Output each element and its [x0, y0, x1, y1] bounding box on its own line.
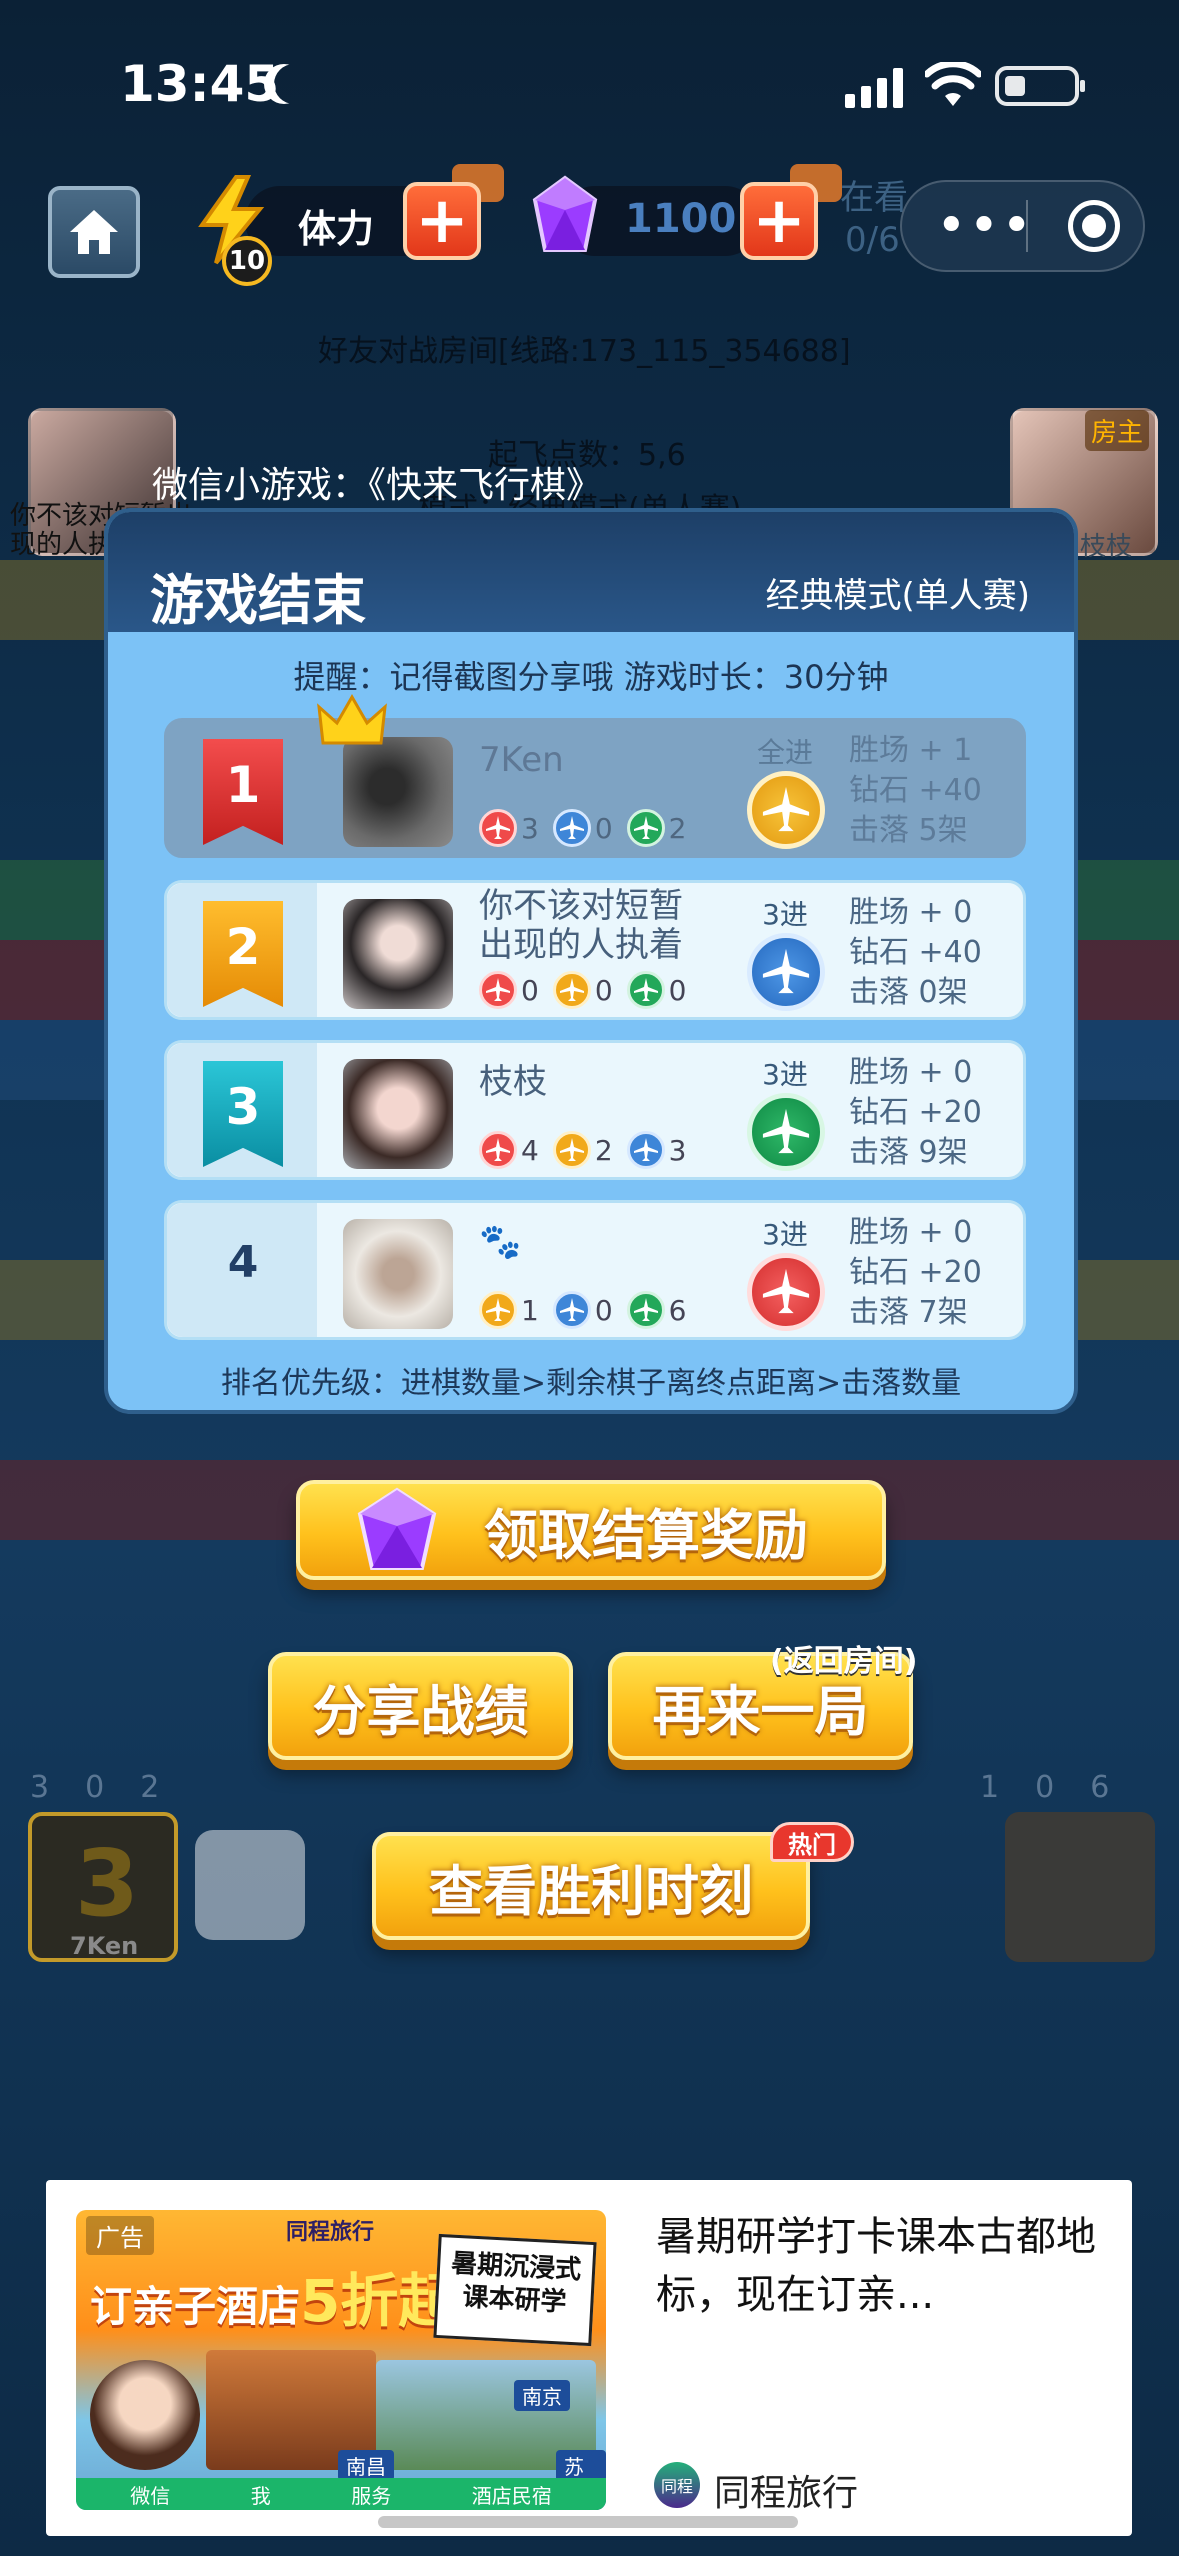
ad-banner[interactable]: 广告 同程旅行 订亲子酒店5折起 暑期沉浸式课本研学 南京 南昌 苏州 微信我服…	[46, 2180, 1132, 2536]
view-victory-button[interactable]: 查看胜利时刻	[372, 1832, 810, 1940]
finish-label: 3进	[762, 898, 808, 931]
blue-plane-icon	[552, 1291, 591, 1329]
results: 胜场 + 1 钻石 +40 击落 5架	[849, 733, 982, 848]
red-plane-icon	[479, 809, 517, 847]
red-plane-icon	[479, 1131, 517, 1169]
ad-title[interactable]: 暑期研学打卡课本古都地标，现在订亲...	[656, 2208, 1116, 2324]
plane-stats: 1 0 6	[479, 1291, 686, 1329]
moon-icon	[274, 64, 314, 104]
crown-icon	[317, 693, 387, 745]
bottom-right-counts: 106	[980, 1770, 1110, 1805]
game-over-panel: 游戏结束 经典模式(单人赛) 提醒：记得截图分享哦 游戏时长：30分钟 1 7K…	[104, 508, 1078, 1414]
claim-reward-label: 领取结算奖励	[484, 1503, 808, 1567]
ad-study-box: 暑期沉浸式课本研学	[433, 2233, 597, 2347]
red-plane-icon	[747, 1253, 825, 1331]
player-avatar-bottom-right	[1005, 1812, 1155, 1962]
wifi-icon	[925, 62, 981, 106]
ranking-rule: 排名优先级：进棋数量>剩余棋子离终点距离>击落数量	[220, 1366, 962, 1401]
plane-stats: 0 0 0	[479, 971, 686, 1009]
battery-icon	[995, 66, 1085, 106]
add-diamond-button[interactable]: +	[740, 182, 818, 260]
capsule-divider	[1026, 200, 1028, 252]
diamond-icon	[357, 1487, 437, 1570]
plane-stats: 3 0 2	[479, 809, 686, 847]
yellow-plane-icon	[479, 1291, 517, 1329]
bottom-left-name: 7Ken	[70, 1932, 139, 1960]
stamina-label: 体力	[298, 207, 375, 251]
diamond-count: 1100	[625, 196, 737, 242]
player-name: 🐾	[479, 1222, 522, 1262]
panel-mode: 经典模式(单人赛)	[765, 576, 1030, 616]
rank-ribbon: 1	[203, 739, 283, 845]
ad-nav-bar: 微信我服务 酒店民宿	[76, 2478, 606, 2510]
ad-child-photo	[90, 2360, 200, 2470]
share-result-button[interactable]: 分享战绩	[268, 1652, 573, 1760]
dice-icon[interactable]	[195, 1830, 305, 1940]
home-indicator[interactable]	[378, 2516, 798, 2528]
green-plane-icon	[626, 1291, 665, 1329]
blue-plane-icon	[747, 933, 825, 1011]
bottom-left-counts: 302	[30, 1770, 160, 1805]
plane-stats: 4 2 3	[479, 1131, 686, 1169]
add-stamina-button[interactable]: +	[403, 182, 481, 260]
room-info: 好友对战房间[线路:173_115_354688]	[318, 334, 851, 369]
gold-plane-icon	[747, 771, 825, 849]
ad-image[interactable]: 广告 同程旅行 订亲子酒店5折起 暑期沉浸式课本研学 南京 南昌 苏州 微信我服…	[76, 2210, 606, 2510]
blue-plane-icon	[626, 1131, 665, 1169]
more-menu-button[interactable]: •••	[936, 200, 1034, 252]
hot-badge: 热门	[770, 1822, 854, 1862]
ranking-row: 1 7Ken 3 0 2 全进 胜场 + 1 钻石 +40 击落 5架	[164, 693, 1026, 858]
watch-count: 0/6	[845, 220, 900, 260]
ad-headline: 订亲子酒店5折起	[90, 2267, 457, 2335]
ranking-row: 3 枝枝 4 2 3 3进 胜场 + 0 钻石 +20 击落 9架	[164, 1040, 1026, 1180]
stamina-count: 10	[222, 236, 272, 286]
avatar	[343, 899, 453, 1009]
ranking-row: 4 🐾 1 0 6 3进 胜场 + 0 钻石 +20 击落 7架	[164, 1200, 1026, 1340]
watch-label: 在看	[840, 178, 908, 218]
ad-brand: 同程旅行	[714, 2473, 859, 2514]
results: 胜场 + 0 钻石 +40 击落 0架	[849, 895, 982, 1010]
results: 胜场 + 0 钻石 +20 击落 7架	[849, 1215, 982, 1330]
mini-game-title: 微信小游戏：《快来飞行棋》	[152, 465, 603, 506]
signal-icon	[845, 66, 909, 108]
avatar	[343, 737, 453, 847]
red-plane-icon	[479, 971, 517, 1009]
green-plane-icon	[626, 809, 665, 847]
results: 胜场 + 0 钻石 +20 击落 9架	[849, 1055, 982, 1170]
avatar	[343, 1059, 453, 1169]
city-tag: 南京	[514, 2380, 570, 2411]
avatar	[343, 1219, 453, 1329]
player-name: 枝枝	[479, 1062, 547, 1102]
ad-image-brand: 同程旅行	[286, 2220, 375, 2245]
host-badge: 房主	[1085, 410, 1150, 451]
home-icon	[70, 210, 118, 254]
green-plane-icon	[626, 971, 665, 1009]
return-room-label: (返回房间)	[770, 1644, 918, 1679]
city-tag: 南昌	[338, 2450, 394, 2481]
brand-logo-icon: 同程	[654, 2462, 700, 2508]
diamond-icon	[532, 175, 598, 252]
panel-title: 游戏结束	[150, 569, 366, 632]
home-button[interactable]	[48, 186, 140, 278]
rank-number: 4	[227, 1237, 259, 1288]
yellow-plane-icon	[552, 971, 591, 1009]
status-time: 13:45	[120, 55, 280, 113]
ad-tag: 广告	[86, 2216, 154, 2255]
player-name: 你不该对短暂出现的人执着	[479, 886, 683, 966]
close-miniprogram-button[interactable]	[1068, 200, 1120, 252]
finish-label: 3进	[762, 1218, 808, 1251]
panel-tip: 提醒：记得截图分享哦 游戏时长：30分钟	[293, 658, 889, 696]
yellow-plane-icon	[552, 1131, 591, 1169]
finish-label: 全进	[756, 736, 813, 769]
player-name-right: 枝枝	[1080, 532, 1133, 562]
finish-label: 3进	[762, 1058, 808, 1091]
ranking-row: 2 你不该对短暂出现的人执着 0 0 0 3进 胜场 + 0 钻石 +40 击落…	[164, 880, 1026, 1020]
green-plane-icon	[747, 1093, 825, 1171]
player-name: 7Ken	[479, 740, 564, 780]
blue-plane-icon	[552, 809, 591, 847]
bottom-left-number: 3	[75, 1830, 140, 1937]
